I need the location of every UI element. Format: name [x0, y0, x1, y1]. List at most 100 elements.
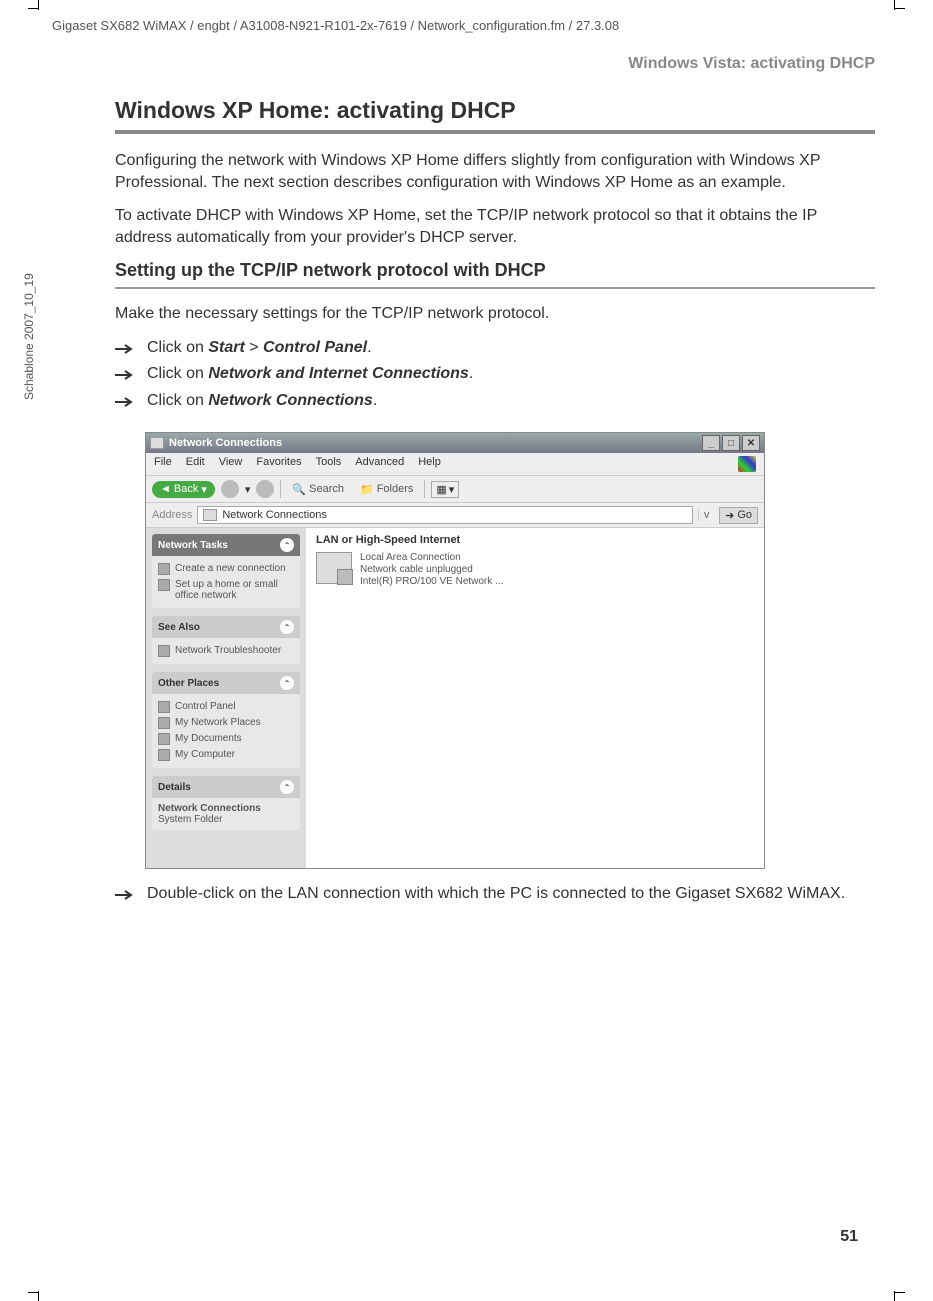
step-item: Double-click on the LAN connection with …	[115, 883, 875, 905]
heading-2: Setting up the TCP/IP network protocol w…	[115, 260, 875, 281]
step-text: Double-click on the LAN connection with …	[147, 883, 845, 905]
heading-1: Windows XP Home: activating DHCP	[115, 97, 875, 124]
arrow-icon	[115, 886, 137, 904]
menu-advanced[interactable]: Advanced	[355, 456, 404, 472]
panel-header[interactable]: Other Places ⌃	[152, 672, 300, 694]
details-panel: Details ⌃ Network Connections System Fol…	[152, 776, 300, 830]
address-input[interactable]: Network Connections	[197, 506, 693, 524]
help-icon	[158, 645, 170, 657]
folder-icon	[150, 437, 164, 449]
network-places-icon	[158, 717, 170, 729]
window-titlebar[interactable]: Network Connections _ □ ✕	[146, 433, 764, 453]
h1-rule	[115, 130, 875, 134]
arrow-icon	[115, 366, 137, 384]
step-item: Click on Network and Internet Connection…	[115, 363, 875, 385]
network-tasks-panel: Network Tasks ⌃ Create a new connection …	[152, 534, 300, 608]
address-label: Address	[152, 509, 192, 521]
dropdown-icon: ▾	[201, 483, 207, 496]
window-body: Network Tasks ⌃ Create a new connection …	[146, 528, 764, 868]
collapse-icon: ⌃	[280, 538, 294, 552]
tasks-sidebar: Network Tasks ⌃ Create a new connection …	[146, 528, 306, 868]
control-panel-icon	[158, 701, 170, 713]
back-button[interactable]: ◄ Back ▾	[152, 481, 215, 498]
paragraph: Configuring the network with Windows XP …	[115, 150, 875, 193]
lan-connection-icon	[316, 552, 352, 584]
doc-header-path: Gigaset SX682 WiMAX / engbt / A31008-N92…	[52, 18, 619, 33]
category-header: LAN or High-Speed Internet	[316, 534, 754, 546]
step-text: Click on Start > Control Panel.	[147, 337, 372, 359]
collapse-icon: ⌃	[280, 780, 294, 794]
views-button[interactable]: ▦ ▾	[431, 481, 459, 498]
see-also-panel: See Also ⌃ Network Troubleshooter	[152, 616, 300, 664]
maximize-button[interactable]: □	[722, 435, 740, 451]
views-icon: ▦	[436, 483, 446, 496]
paragraph: Make the necessary settings for the TCP/…	[115, 303, 875, 325]
menu-bar: File Edit View Favorites Tools Advanced …	[146, 453, 764, 476]
link-network-places[interactable]: My Network Places	[158, 715, 294, 731]
running-head: Windows Vista: activating DHCP	[115, 55, 875, 73]
connection-name: Local Area Connection	[360, 552, 503, 564]
page-content: Windows Vista: activating DHCP Windows X…	[115, 55, 875, 910]
details-type: System Folder	[158, 814, 294, 825]
go-button[interactable]: ➜ Go	[719, 507, 758, 524]
minimize-button[interactable]: _	[702, 435, 720, 451]
computer-icon	[158, 749, 170, 761]
panel-header[interactable]: See Also ⌃	[152, 616, 300, 638]
arrow-icon	[115, 393, 137, 411]
search-button[interactable]: 🔍 Search	[287, 481, 349, 498]
paragraph: To activate DHCP with Windows XP Home, s…	[115, 205, 875, 248]
back-icon: ◄	[160, 483, 171, 495]
link[interactable]: Network Troubleshooter	[158, 643, 294, 659]
connection-adapter: Intel(R) PRO/100 VE Network ...	[360, 576, 503, 588]
menu-favorites[interactable]: Favorites	[256, 456, 301, 472]
home-network-icon	[158, 579, 170, 591]
link-my-documents[interactable]: My Documents	[158, 731, 294, 747]
step-item: Click on Network Connections.	[115, 390, 875, 412]
step-text: Click on Network Connections.	[147, 390, 377, 412]
folder-icon	[203, 509, 217, 521]
window-title: Network Connections	[169, 437, 282, 449]
task-link[interactable]: Set up a home or small office network	[158, 577, 294, 603]
wizard-icon	[158, 563, 170, 575]
menu-edit[interactable]: Edit	[186, 456, 205, 472]
windows-logo-icon	[738, 456, 756, 472]
step-item: Click on Start > Control Panel.	[115, 337, 875, 359]
documents-icon	[158, 733, 170, 745]
page-number: 51	[840, 1228, 858, 1246]
step-text: Click on Network and Internet Connection…	[147, 363, 473, 385]
link-control-panel[interactable]: Control Panel	[158, 699, 294, 715]
address-dropdown[interactable]: v	[698, 509, 714, 521]
separator	[280, 480, 281, 498]
template-side-label: Schablone 2007_10_19	[22, 273, 36, 400]
arrow-icon	[115, 340, 137, 358]
h2-rule	[115, 287, 875, 289]
separator	[424, 480, 425, 498]
up-button[interactable]	[256, 480, 274, 498]
forward-button[interactable]	[221, 480, 239, 498]
lan-connection-item[interactable]: Local Area Connection Network cable unpl…	[316, 552, 754, 588]
go-icon: ➜	[725, 509, 734, 522]
menu-tools[interactable]: Tools	[316, 456, 342, 472]
dropdown-icon: ▾	[245, 483, 251, 496]
address-bar: Address Network Connections v ➜ Go	[146, 503, 764, 528]
address-value: Network Connections	[222, 509, 327, 521]
network-connections-window: Network Connections _ □ ✕ File Edit View…	[145, 432, 765, 869]
embedded-screenshot: Network Connections _ □ ✕ File Edit View…	[145, 432, 765, 869]
panel-header[interactable]: Network Tasks ⌃	[152, 534, 300, 556]
task-link[interactable]: Create a new connection	[158, 561, 294, 577]
other-places-panel: Other Places ⌃ Control Panel My Network …	[152, 672, 300, 768]
dropdown-icon: ▾	[449, 483, 455, 496]
collapse-icon: ⌃	[280, 620, 294, 634]
connection-status: Network cable unplugged	[360, 564, 503, 576]
panel-header[interactable]: Details ⌃	[152, 776, 300, 798]
details-name: Network Connections	[158, 803, 294, 814]
toolbar: ◄ Back ▾ ▾ 🔍 Search 📁 Folders	[146, 476, 764, 503]
folders-button[interactable]: 📁 Folders	[355, 481, 418, 498]
menu-help[interactable]: Help	[418, 456, 441, 472]
menu-file[interactable]: File	[154, 456, 172, 472]
folders-icon: 📁	[360, 483, 374, 496]
menu-view[interactable]: View	[219, 456, 243, 472]
collapse-icon: ⌃	[280, 676, 294, 690]
close-button[interactable]: ✕	[742, 435, 760, 451]
link-my-computer[interactable]: My Computer	[158, 747, 294, 763]
